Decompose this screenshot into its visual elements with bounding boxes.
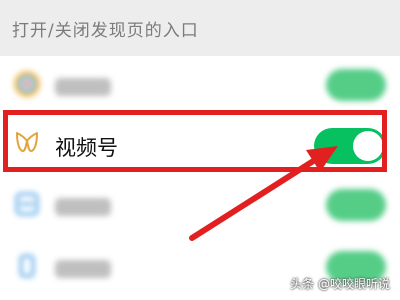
pointer-arrow <box>189 146 338 241</box>
watermark: 头条 @咬咬眼听说 <box>290 277 390 291</box>
